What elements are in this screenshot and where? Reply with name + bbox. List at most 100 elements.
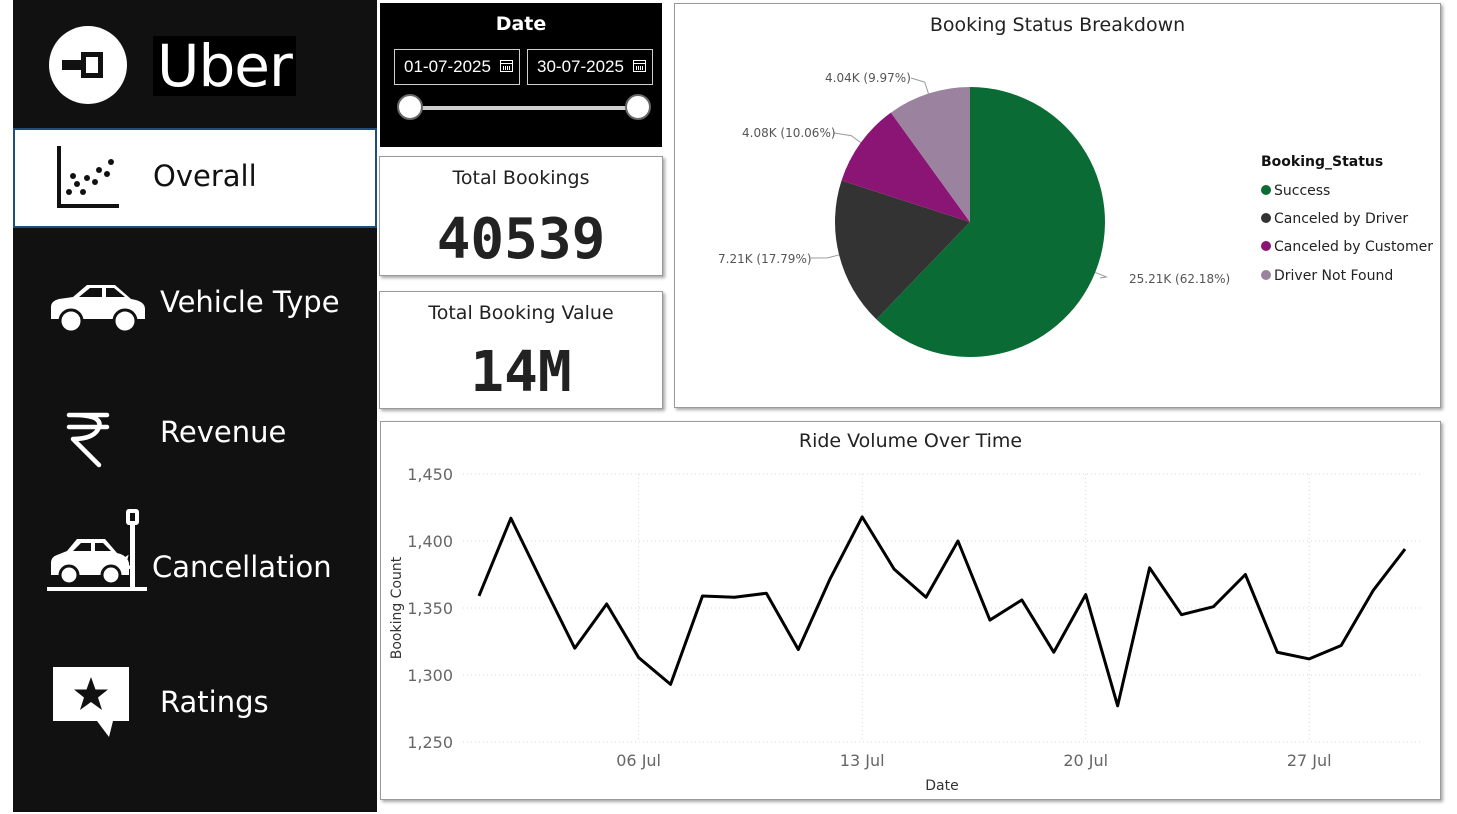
data-point[interactable] — [1369, 587, 1377, 595]
legend-item-canceled-by-driver[interactable]: Canceled by Driver — [1261, 211, 1408, 227]
data-point[interactable] — [858, 513, 866, 521]
pie-leader-line — [1095, 271, 1109, 279]
ride-volume-chart: Ride Volume Over Time 1,250 1,300 1,350 1,4… — [380, 421, 1441, 800]
booking-status-chart: Booking Status Breakdown 4.04K (9.97%) 4… — [674, 3, 1441, 408]
data-point[interactable] — [1082, 591, 1090, 599]
scatter-chart-icon — [57, 146, 119, 208]
pie-legend-title: Booking_Status — [1261, 154, 1384, 170]
nav-item-overall[interactable]: Overall — [13, 128, 377, 228]
data-point[interactable] — [635, 654, 643, 662]
date-filter-panel: Date 01-07-2025 30-07-2025 — [380, 3, 662, 147]
nav-label-vehicle-type: Vehicle Type — [160, 285, 340, 319]
calendar-icon[interactable] — [500, 60, 513, 72]
y-tick-label: 1,300 — [407, 666, 453, 685]
pie-leader-line — [810, 254, 840, 259]
legend-marker — [1261, 185, 1271, 195]
ride-volume-line[interactable] — [477, 515, 1407, 708]
legend-item-success[interactable]: Success — [1261, 183, 1330, 199]
date-range-start-handle[interactable] — [397, 94, 423, 120]
data-point[interactable] — [794, 646, 802, 654]
star-comment-icon — [53, 667, 129, 737]
date-range-slider-track[interactable] — [410, 106, 638, 110]
pie-label-driver-not-found: 4.04K (9.97%) — [825, 71, 911, 85]
legend-label: Success — [1274, 183, 1331, 199]
data-point[interactable] — [1146, 564, 1154, 572]
legend-label: Canceled by Driver — [1274, 211, 1409, 227]
legend-marker — [1261, 270, 1271, 280]
legend-marker — [1261, 241, 1271, 251]
pie-chart-plot — [810, 77, 1109, 357]
data-point[interactable] — [1018, 596, 1026, 604]
data-point[interactable] — [571, 644, 579, 652]
data-point[interactable] — [507, 514, 515, 522]
data-point[interactable] — [603, 600, 611, 608]
legend-label: Driver Not Found — [1274, 268, 1394, 284]
x-tick-label: 06 Jul — [616, 751, 661, 770]
brand-logo: Uber — [13, 0, 377, 126]
total-bookings-title: Total Bookings — [452, 167, 590, 189]
nav-item-revenue[interactable]: Revenue — [13, 385, 377, 485]
data-point[interactable] — [1114, 702, 1122, 710]
data-point[interactable] — [890, 565, 898, 573]
nav-item-ratings[interactable]: Ratings — [13, 655, 377, 755]
start-date-input[interactable]: 01-07-2025 — [394, 49, 520, 85]
rupee-icon — [66, 412, 110, 468]
car-crash-icon — [47, 509, 147, 591]
data-point[interactable] — [922, 593, 930, 601]
uber-logo-icon — [49, 26, 127, 104]
data-point[interactable] — [699, 592, 707, 600]
nav-item-vehicle-type[interactable]: Vehicle Type — [13, 255, 377, 355]
data-point[interactable] — [1305, 655, 1313, 663]
sidebar: Uber Overall Vehicle Type Revenue Cancel… — [13, 0, 377, 812]
data-point[interactable] — [986, 616, 994, 624]
x-tick-label: 13 Jul — [840, 751, 885, 770]
brand-name: Uber — [153, 36, 296, 96]
nav-label-ratings: Ratings — [160, 685, 269, 719]
end-date-value: 30-07-2025 — [537, 57, 624, 76]
x-axis-label: Date — [925, 778, 958, 794]
data-point[interactable] — [475, 592, 483, 600]
end-date-input[interactable]: 30-07-2025 — [527, 49, 653, 85]
pie-label-canceled-by-driver: 7.21K (17.79%) — [718, 252, 812, 266]
data-point[interactable] — [826, 575, 834, 583]
y-tick-label: 1,400 — [407, 532, 453, 551]
data-point[interactable] — [1178, 611, 1186, 619]
total-booking-value-title: Total Booking Value — [428, 302, 614, 324]
legend-label: Canceled by Customer — [1274, 239, 1434, 255]
legend-item-driver-not-found[interactable]: Driver Not Found — [1261, 268, 1393, 284]
nav-label-cancellation: Cancellation — [152, 550, 332, 584]
total-booking-value-card: Total Booking Value 14M — [379, 291, 663, 409]
data-point[interactable] — [730, 593, 738, 601]
line-chart-plot: 1,250 1,300 1,350 1,400 1,450 06 Jul 13 Jul 20 … — [389, 465, 1421, 794]
legend-item-canceled-by-customer[interactable]: Canceled by Customer — [1261, 239, 1433, 255]
y-tick-label: 1,250 — [407, 733, 453, 752]
total-booking-value-value: 14M — [470, 340, 572, 405]
data-point[interactable] — [1273, 648, 1281, 656]
nav-item-cancellation[interactable]: Cancellation — [13, 505, 377, 605]
data-point[interactable] — [762, 589, 770, 597]
car-icon — [51, 285, 145, 334]
total-bookings-value: 40539 — [436, 207, 606, 272]
data-point[interactable] — [1050, 648, 1058, 656]
x-tick-label: 20 Jul — [1063, 751, 1108, 770]
data-point[interactable] — [954, 537, 962, 545]
x-tick-label: 27 Jul — [1287, 751, 1332, 770]
calendar-icon[interactable] — [633, 60, 646, 72]
data-point[interactable] — [1337, 642, 1345, 650]
pie-leader-line — [833, 132, 862, 144]
y-tick-label: 1,350 — [407, 599, 453, 618]
data-point[interactable] — [1241, 571, 1249, 579]
data-point[interactable] — [1401, 545, 1409, 553]
data-point[interactable] — [1209, 603, 1217, 611]
start-date-value: 01-07-2025 — [404, 57, 491, 76]
y-tick-label: 1,450 — [407, 465, 453, 484]
data-point[interactable] — [539, 580, 547, 588]
total-bookings-card: Total Bookings 40539 — [379, 156, 663, 276]
date-range-end-handle[interactable] — [625, 94, 651, 120]
y-axis-label: Booking Count — [389, 556, 405, 659]
nav-label-overall: Overall — [153, 159, 257, 193]
data-point[interactable] — [667, 680, 675, 688]
pie-label-success: 25.21K (62.18%) — [1129, 272, 1231, 286]
pie-label-canceled-by-customer: 4.08K (10.06%) — [742, 126, 836, 140]
date-filter-title: Date — [495, 13, 547, 35]
